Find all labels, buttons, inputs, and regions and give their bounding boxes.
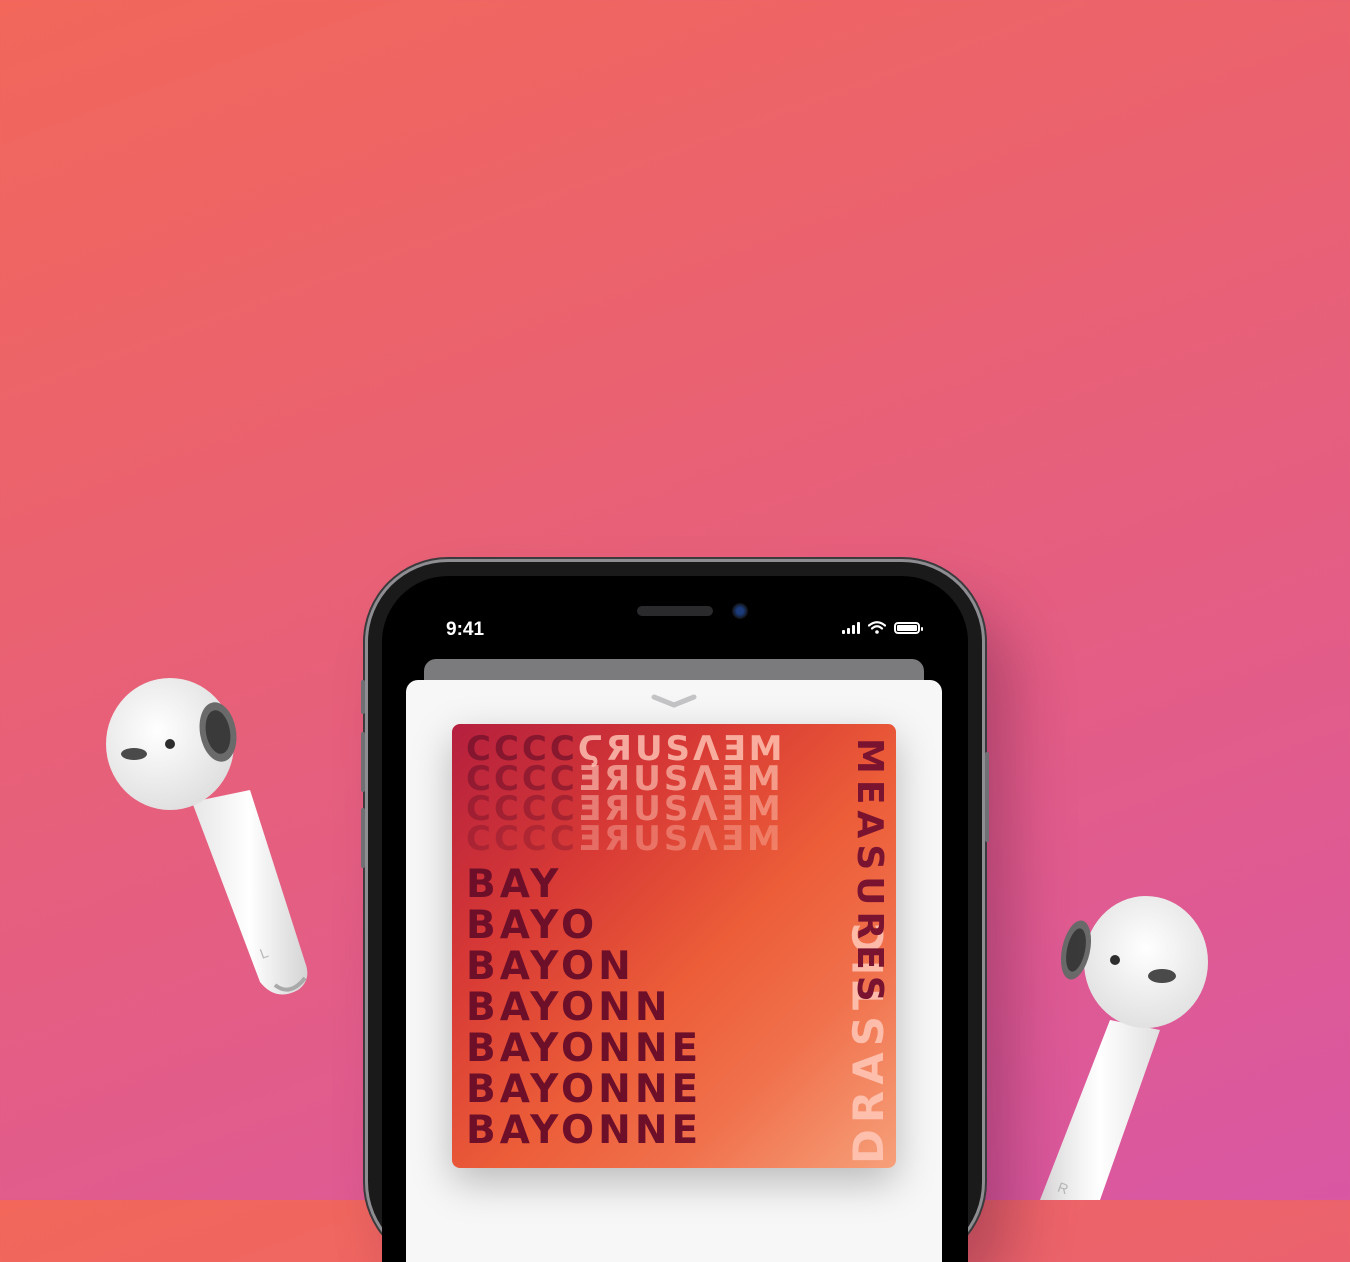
wifi-icon bbox=[868, 621, 886, 634]
volume-up-button bbox=[361, 732, 365, 792]
iphone-device: 9:41 ϹϹϹϹϚЯUSΛƎM ϹϹϹϹƎЯUSΛƎM ϹϹϹϹƎЯUSΛƎM… bbox=[361, 562, 989, 1262]
power-button bbox=[985, 752, 989, 842]
now-playing-sheet: ϹϹϹϹϚЯUSΛƎM ϹϹϹϹƎЯUSΛƎM ϹϹϹϹƎЯUSΛƎM ϹϹϹϹ… bbox=[406, 680, 942, 1262]
chevron-down-icon[interactable] bbox=[650, 694, 698, 708]
battery-icon bbox=[894, 621, 923, 634]
album-artwork[interactable]: ϹϹϹϹϚЯUSΛƎM ϹϹϹϹƎЯUSΛƎM ϹϹϹϹƎЯUSΛƎM ϹϹϹϹ… bbox=[452, 724, 896, 1168]
phone-screen: 9:41 ϹϹϹϹϚЯUSΛƎM ϹϹϹϹƎЯUSΛƎM ϹϹϹϹƎЯUSΛƎM… bbox=[382, 576, 968, 1262]
album-art-pattern: BAY BAYO BAYON BAYONN BAYONNE BAYONNE BA… bbox=[466, 864, 756, 1151]
earpiece-speaker bbox=[637, 606, 713, 616]
front-camera bbox=[732, 603, 748, 619]
art-row: BAYONN bbox=[466, 985, 672, 1030]
action-button bbox=[361, 680, 365, 714]
art-row: BAYON bbox=[466, 944, 635, 989]
left-airpod bbox=[106, 678, 308, 995]
album-art-pattern-top: ϹϹϹϹϚЯUSΛƎM ϹϹϹϹƎЯUSΛƎM ϹϹϹϹƎЯUSΛƎM ϹϹϹϹ… bbox=[466, 729, 786, 859]
art-row: BAYONNE bbox=[466, 1108, 703, 1153]
volume-down-button bbox=[361, 808, 365, 868]
status-time: 9:41 bbox=[446, 619, 485, 640]
right-airpod bbox=[1040, 896, 1208, 1200]
status-icons bbox=[842, 621, 923, 634]
album-art-top-word: MEASURES bbox=[849, 738, 890, 1008]
art-row: BAY bbox=[466, 862, 563, 907]
art-row: BAYONNE bbox=[466, 1067, 703, 1112]
art-row: BAYO bbox=[466, 903, 599, 948]
art-row: BAYONNE bbox=[466, 1026, 703, 1071]
cellular-signal-icon bbox=[842, 621, 860, 634]
